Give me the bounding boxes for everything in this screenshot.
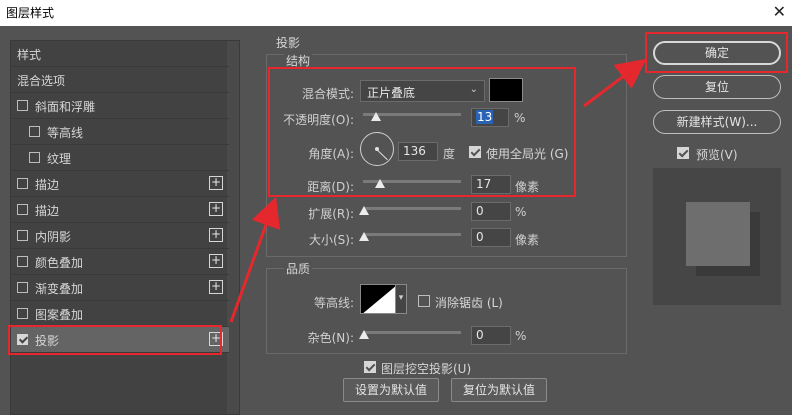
add-effect-icon[interactable]: +: [209, 280, 223, 294]
anti-alias-label: 消除锯齿 (L): [435, 296, 503, 310]
spread-label: 扩展(R):: [308, 207, 354, 221]
sidebar-item-checkbox[interactable]: [17, 178, 28, 189]
highlight-drop-shadow-item: [8, 325, 222, 355]
new-style-button[interactable]: 新建样式(W)...: [653, 110, 781, 134]
sidebar-item-label: 渐变叠加: [35, 282, 84, 296]
highlight-structure-box: [268, 67, 576, 197]
preview-square: [686, 202, 750, 266]
add-effect-icon[interactable]: +: [209, 228, 223, 242]
sidebar-item[interactable]: 等高线: [11, 119, 229, 145]
chevron-down-icon: ▾: [398, 293, 404, 303]
quality-title: 品质: [284, 260, 313, 277]
sidebar-item[interactable]: 描边 +: [11, 197, 229, 223]
size-label: 大小(S):: [308, 233, 354, 247]
sidebar-item-checkbox[interactable]: [17, 100, 28, 111]
knockout-label: 图层挖空投影(U): [381, 362, 472, 376]
sidebar-item[interactable]: 内阴影 +: [11, 223, 229, 249]
set-default-button[interactable]: 设置为默认值: [343, 378, 439, 402]
slider-track: [363, 207, 461, 210]
title-bar: 图层样式 ✕: [0, 0, 792, 26]
add-effect-icon[interactable]: +: [209, 176, 223, 190]
contour-curve: [361, 285, 395, 313]
sidebar-item-label: 等高线: [47, 126, 84, 140]
sidebar-item-checkbox[interactable]: [17, 204, 28, 215]
slider-thumb[interactable]: [358, 232, 369, 241]
spread-slider[interactable]: [358, 201, 461, 217]
slider-track: [363, 233, 461, 236]
preview-checkbox[interactable]: [677, 147, 689, 159]
window-title: 图层样式: [6, 6, 55, 20]
slider-track: [363, 331, 461, 334]
sidebar-item[interactable]: 混合选项: [11, 67, 229, 93]
noise-label: 杂色(N):: [307, 331, 354, 345]
anti-alias-checkbox[interactable]: [418, 295, 430, 307]
sidebar-item[interactable]: 描边 +: [11, 171, 229, 197]
sidebar-item-label: 混合选项: [17, 74, 66, 88]
sidebar-item[interactable]: 斜面和浮雕: [11, 93, 229, 119]
sidebar-item-label: 描边: [35, 204, 60, 218]
contour-dropdown[interactable]: ▾: [395, 284, 407, 314]
close-icon[interactable]: ✕: [773, 2, 786, 21]
style-preview-thumbnail: [653, 168, 781, 305]
sidebar-item-label: 描边: [35, 178, 60, 192]
slider-thumb[interactable]: [358, 330, 369, 339]
highlight-ok-button: [645, 32, 788, 73]
sidebar-item-label: 颜色叠加: [35, 256, 84, 270]
size-slider[interactable]: [358, 227, 461, 243]
sidebar-item-label: 图案叠加: [35, 308, 84, 322]
preview-label: 预览(V): [696, 148, 738, 162]
reset-default-button[interactable]: 复位为默认值: [451, 378, 547, 402]
sidebar-item[interactable]: 渐变叠加 +: [11, 275, 229, 301]
style-list-sidebar: 样式混合选项斜面和浮雕等高线纹理描边 + 描边 + 内阴影 + 颜色叠加 + 渐变叠加 + 图案叠加…: [10, 40, 240, 415]
sidebar-item-label: 斜面和浮雕: [35, 100, 96, 114]
slider-thumb[interactable]: [358, 206, 369, 215]
size-input[interactable]: 0: [471, 228, 511, 247]
sidebar-item-label: 纹理: [47, 152, 72, 166]
noise-slider[interactable]: [358, 325, 461, 341]
add-effect-icon[interactable]: +: [209, 202, 223, 216]
contour-label: 等高线:: [313, 296, 354, 310]
sidebar-item-checkbox[interactable]: [29, 152, 40, 163]
sidebar-item-checkbox[interactable]: [17, 308, 28, 319]
layer-style-dialog: 样式混合选项斜面和浮雕等高线纹理描边 + 描边 + 内阴影 + 颜色叠加 + 渐变叠加 + 图案叠加…: [0, 26, 792, 415]
sidebar-item-checkbox[interactable]: [17, 230, 28, 241]
add-effect-icon[interactable]: +: [209, 254, 223, 268]
sidebar-item-checkbox[interactable]: [17, 256, 28, 267]
noise-unit: %: [515, 329, 527, 343]
section-title-drop-shadow: 投影: [274, 34, 303, 51]
size-unit: 像素: [515, 233, 540, 247]
sidebar-item[interactable]: 颜色叠加 +: [11, 249, 229, 275]
sidebar-item-label: 样式: [17, 48, 42, 62]
sidebar-item[interactable]: 图案叠加: [11, 301, 229, 327]
contour-preview[interactable]: [360, 284, 396, 314]
sidebar-item-label: 内阴影: [35, 230, 72, 244]
spread-input[interactable]: 0: [471, 202, 511, 221]
sidebar-item[interactable]: 样式: [11, 41, 229, 67]
sidebar-item-checkbox[interactable]: [29, 126, 40, 137]
knockout-checkbox[interactable]: [364, 361, 376, 373]
reset-button[interactable]: 复位: [653, 75, 781, 99]
noise-input[interactable]: 0: [471, 326, 511, 345]
spread-unit: %: [515, 205, 527, 219]
sidebar-item[interactable]: 纹理: [11, 145, 229, 171]
sidebar-item-checkbox[interactable]: [17, 282, 28, 293]
